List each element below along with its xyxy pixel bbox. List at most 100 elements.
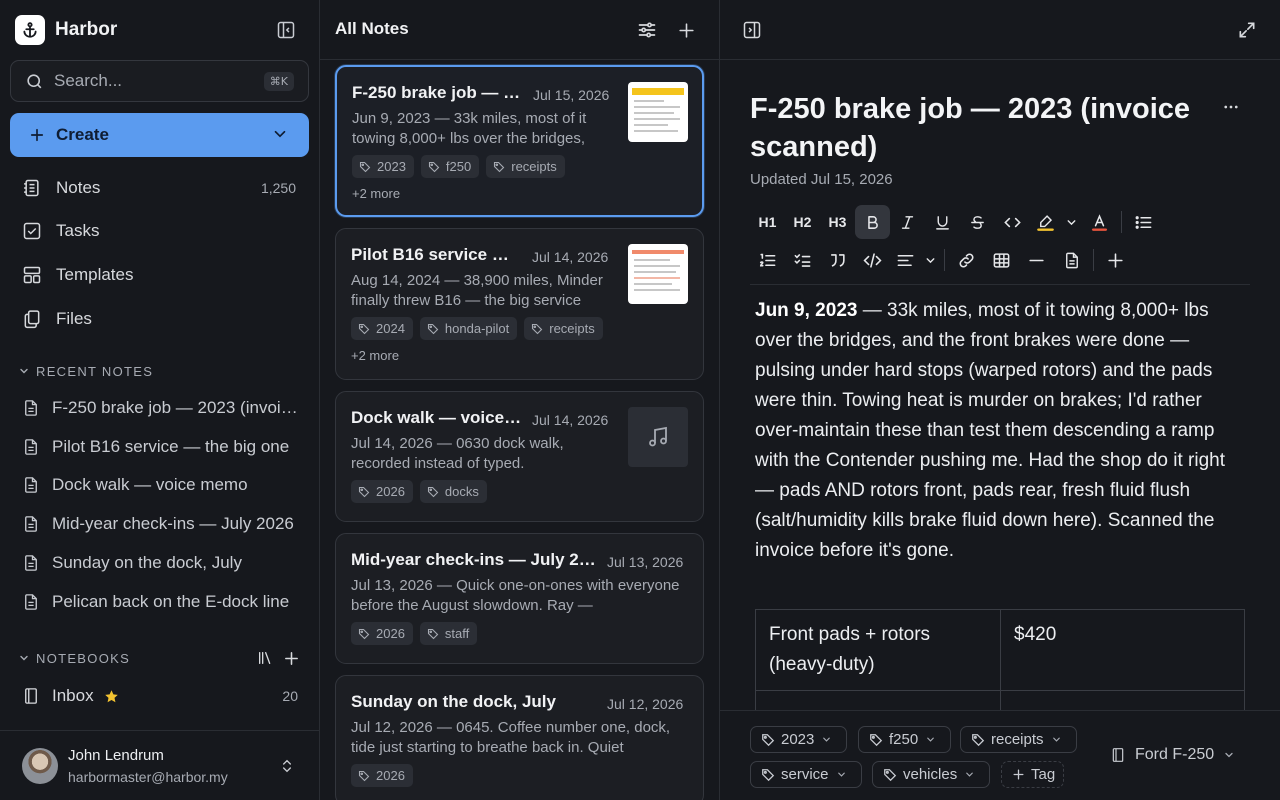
more-options-icon[interactable] xyxy=(1220,98,1242,116)
horizontal-rule-icon[interactable] xyxy=(1019,243,1054,277)
anchor-icon xyxy=(15,15,45,45)
music-note-icon xyxy=(628,407,688,467)
toggle-panel-icon[interactable] xyxy=(742,20,762,40)
notebooks-header[interactable]: NOTEBOOKS xyxy=(18,648,300,668)
recent-note-item[interactable]: Sunday on the dock, July xyxy=(22,549,298,577)
note-tag[interactable]: docks xyxy=(419,480,487,503)
note-tag[interactable]: receipts xyxy=(524,317,603,340)
tag-chip[interactable]: receipts xyxy=(960,726,1077,753)
expand-icon[interactable] xyxy=(1237,20,1257,40)
note-card[interactable]: Mid-year check-ins — July 2026 Jul 13, 2… xyxy=(335,533,704,664)
tag-chip[interactable]: f250 xyxy=(858,726,952,753)
chevron-down-icon[interactable] xyxy=(271,125,289,143)
tag-chip[interactable]: vehicles xyxy=(872,761,991,788)
nav-files[interactable]: Files xyxy=(22,304,298,334)
recent-note-item[interactable]: Mid-year check-ins — July 2026 xyxy=(22,510,298,538)
align-icon[interactable] xyxy=(890,243,920,277)
note-tag[interactable]: 2023 xyxy=(352,155,414,178)
recent-note-item[interactable]: F-250 brake job — 2023 (invoice scanned) xyxy=(22,394,298,422)
chevron-down-icon[interactable] xyxy=(920,243,940,277)
tag-icon xyxy=(761,733,775,747)
text-color-icon[interactable] xyxy=(1082,205,1117,239)
search-shortcut: ⌘K xyxy=(263,72,294,91)
tag-icon xyxy=(358,628,370,640)
note-tag[interactable]: 2026 xyxy=(351,480,413,503)
notebook-inbox[interactable]: Inbox 20 xyxy=(22,682,298,710)
notes-list-title: All Notes xyxy=(335,19,409,38)
attach-file-icon[interactable] xyxy=(1054,243,1089,277)
note-snippet: Jul 14, 2026 — 0630 dock walk, recorded … xyxy=(351,435,564,472)
note-tag[interactable]: 2026 xyxy=(351,622,413,645)
note-body[interactable]: Jun 9, 2023 — 33k miles, most of it towi… xyxy=(755,296,1235,566)
recent-note-item[interactable]: Pilot B16 service — the big one xyxy=(22,433,298,461)
collapse-sidebar-icon[interactable] xyxy=(274,18,298,42)
recent-note-item[interactable]: Dock walk — voice memo xyxy=(22,471,298,499)
bullet-list-icon[interactable] xyxy=(1126,205,1161,239)
link-icon[interactable] xyxy=(949,243,984,277)
document-icon xyxy=(22,399,40,417)
tag-chip[interactable]: service xyxy=(750,761,862,788)
note-tag[interactable]: f250 xyxy=(420,155,480,178)
highlight-icon[interactable] xyxy=(1030,205,1060,239)
app-name: Harbor xyxy=(55,19,118,40)
search-input[interactable] xyxy=(54,71,254,91)
table-cell[interactable]: Front pads + rotors (heavy-duty) xyxy=(755,609,1001,691)
chevron-down-icon[interactable] xyxy=(1060,205,1082,239)
add-tag-button[interactable]: Tag xyxy=(1001,761,1065,788)
heading-3-button[interactable]: H3 xyxy=(820,205,855,239)
brand[interactable]: Harbor xyxy=(15,15,117,45)
search-box[interactable]: ⌘K xyxy=(10,60,309,102)
nav-tasks[interactable]: Tasks xyxy=(22,216,298,246)
body-date: Jun 9, 2023 xyxy=(755,300,858,321)
formatting-toolbar: H1 H2 H3 xyxy=(750,205,1161,239)
note-card[interactable]: Pilot B16 service — the big one Jul 14, … xyxy=(335,228,704,380)
heading-1-button[interactable]: H1 xyxy=(750,205,785,239)
code-block-icon[interactable] xyxy=(855,243,890,277)
tag-chip[interactable]: 2023 xyxy=(750,726,848,753)
code-icon[interactable] xyxy=(995,205,1030,239)
chevron-down-icon xyxy=(964,769,975,780)
note-tag[interactable]: honda-pilot xyxy=(419,317,518,340)
note-title-heading[interactable]: F-250 brake job — 2023 (invoice scanned) xyxy=(750,90,1210,166)
note-card[interactable]: Sunday on the dock, July Jul 12, 2026 Ju… xyxy=(335,675,704,800)
note-date: Jul 13, 2026 xyxy=(607,554,684,570)
nav-notes[interactable]: Notes 1,250 xyxy=(22,173,298,203)
heading-2-button[interactable]: H2 xyxy=(785,205,820,239)
table-cell[interactable]: $420 xyxy=(1000,609,1245,691)
tag-icon xyxy=(531,323,543,335)
note-tag[interactable]: staff xyxy=(419,622,478,645)
checklist-icon[interactable] xyxy=(785,243,820,277)
note-tag[interactable]: receipts xyxy=(486,155,565,178)
search-icon xyxy=(25,72,44,91)
chevron-up-down-icon[interactable] xyxy=(279,757,295,775)
create-button[interactable]: Create xyxy=(10,113,309,157)
quote-icon[interactable] xyxy=(820,243,855,277)
insert-plus-icon[interactable] xyxy=(1098,243,1133,277)
note-card-selected[interactable]: F-250 brake job — 2023 (invoice scanned)… xyxy=(335,65,704,217)
plus-icon xyxy=(1012,768,1025,781)
numbered-list-icon[interactable] xyxy=(750,243,785,277)
add-notebook-icon[interactable] xyxy=(283,650,300,667)
nav-templates[interactable]: Templates xyxy=(22,260,298,290)
user-panel[interactable]: John Lendrum harbormaster@harbor.my xyxy=(0,730,319,800)
note-date: Jul 14, 2026 xyxy=(532,412,609,428)
note-tag[interactable]: 2026 xyxy=(351,764,413,787)
note-card[interactable]: Dock walk — voice memo Jul 14, 2026 Jul … xyxy=(335,391,704,522)
more-tags[interactable]: +2 more xyxy=(352,186,400,201)
note-tag[interactable]: 2024 xyxy=(351,317,413,340)
new-note-icon[interactable] xyxy=(675,19,697,41)
table-icon[interactable] xyxy=(984,243,1019,277)
bold-icon[interactable] xyxy=(855,205,890,239)
notebook-selector[interactable]: Ford F-250 xyxy=(1110,746,1235,764)
more-tags[interactable]: +2 more xyxy=(351,348,399,363)
note-title: Pilot B16 service — the big one xyxy=(351,245,523,264)
recent-notes-header[interactable]: RECENT NOTES xyxy=(18,361,300,381)
tag-icon xyxy=(358,770,370,782)
recent-note-item[interactable]: Pelican back on the E-dock line xyxy=(22,588,298,616)
star-icon xyxy=(104,689,119,704)
strikethrough-icon[interactable] xyxy=(960,205,995,239)
library-icon[interactable] xyxy=(257,650,273,667)
underline-icon[interactable] xyxy=(925,205,960,239)
italic-icon[interactable] xyxy=(890,205,925,239)
filter-sliders-icon[interactable] xyxy=(636,19,658,41)
